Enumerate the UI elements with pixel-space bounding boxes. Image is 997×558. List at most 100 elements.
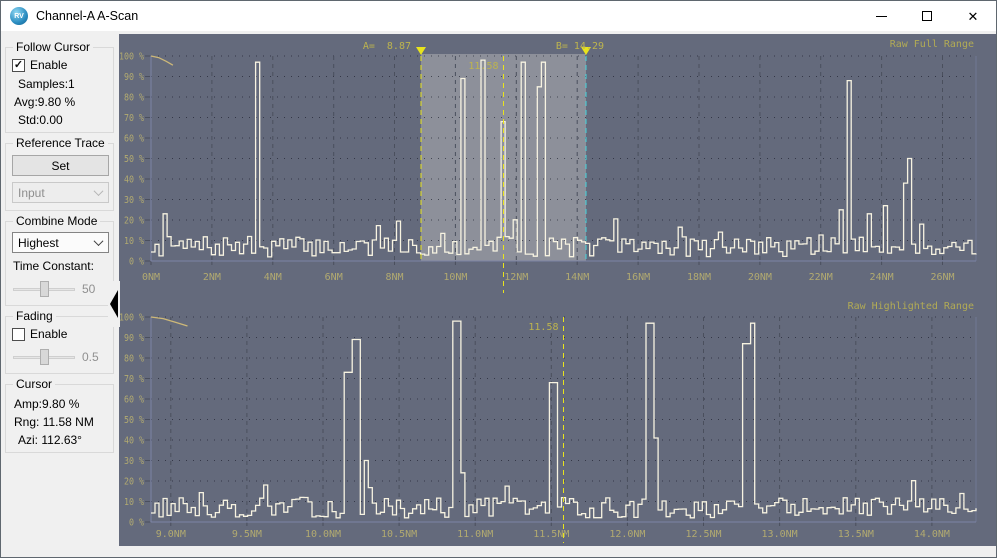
cursor-label: 11.58 [468, 61, 498, 72]
cursor-rng-label: Rng: [14, 415, 39, 429]
x-tick-label: 12.5NM [685, 529, 721, 540]
close-icon: ✕ [968, 10, 979, 23]
chart-stack: 100 % 90 % 80 % 70 % 60 % 50 % 40 % 30 % 20 % 10 … [119, 34, 996, 546]
reference-trace-group: Reference Trace Set Input [5, 143, 114, 211]
x-tick-label: 14NM [565, 272, 589, 283]
x-tick-label: 4NM [264, 272, 282, 283]
x-tick-label: 14.0NM [914, 529, 950, 540]
y-tick-label: 50 % [124, 154, 144, 165]
time-constant-row: 50 [13, 280, 109, 298]
x-tick-label: 13.0NM [762, 529, 798, 540]
cursor-rng-row: Rng: 11.58 NM [14, 415, 109, 429]
cursor-rng-value: 11.58 NM [43, 415, 94, 429]
x-tick-label: 10.0NM [305, 529, 341, 540]
combine-mode-dropdown[interactable]: Highest [12, 232, 109, 253]
follow-cursor-enable-label: Enable [30, 58, 67, 72]
a-scan-raw-highlighted-range[interactable]: 100 %90 %80 %70 %60 %50 %40 %30 %20 %10 … [119, 296, 996, 546]
follow-cursor-group-title: Follow Cursor [13, 40, 93, 54]
a-scan-raw-full-range[interactable]: 100 %90 %80 %70 %60 %50 %40 %30 %20 %10 … [119, 34, 996, 296]
x-tick-label: 12NM [504, 272, 528, 283]
follow-cursor-group: Follow Cursor ✓ Enable Samples:1 Avg:9.8… [5, 47, 114, 133]
close-button[interactable]: ✕ [950, 1, 996, 31]
x-tick-label: 12.0NM [609, 529, 645, 540]
samples-stat: Samples:1 [18, 77, 109, 91]
x-tick-label: 24NM [870, 272, 894, 283]
x-tick-label: 11.0NM [457, 529, 493, 540]
follow-cursor-enable-checkbox[interactable]: ✓ [12, 59, 25, 72]
y-tick-label: 80 % [124, 354, 144, 365]
cursor-group-title: Cursor [13, 377, 55, 391]
x-tick-label: 18NM [687, 272, 711, 283]
y-tick-label: 10 % [124, 236, 144, 247]
avg-value: 9.80 % [38, 95, 75, 109]
reference-trace-group-title: Reference Trace [13, 136, 108, 150]
time-constant-value: 50 [82, 282, 95, 296]
cursor-amp-row: Amp:9.80 % [14, 397, 109, 411]
x-tick-label: 20NM [748, 272, 772, 283]
time-constant-slider[interactable] [13, 280, 75, 298]
combine-mode-group-title: Combine Mode [13, 214, 100, 228]
main-area: Follow Cursor ✓ Enable Samples:1 Avg:9.8… [1, 31, 996, 557]
maximize-icon [922, 11, 932, 21]
window-bottom-strip [119, 546, 996, 558]
chart-raw-highlighted-range[interactable]: 100 %90 %80 %70 %60 %50 %40 %30 %20 %10 … [119, 296, 996, 546]
combine-mode-value: Highest [18, 236, 59, 250]
y-tick-label: 10 % [124, 497, 144, 508]
y-tick-label: 0 % [129, 257, 144, 268]
cursor-azi-value: 112.63° [41, 433, 82, 447]
x-tick-label: 10.5NM [381, 529, 417, 540]
x-tick-label: 0NM [142, 272, 160, 283]
minimize-button[interactable] [858, 1, 904, 31]
fading-value: 0.5 [82, 350, 99, 364]
range_start-label: A= 8.87 [363, 41, 411, 52]
chevron-down-icon [94, 236, 104, 246]
follow-cursor-enable-row[interactable]: ✓ Enable [12, 58, 109, 72]
fading-slider[interactable] [13, 348, 75, 366]
fading-enable-checkbox[interactable] [12, 328, 25, 341]
std-value: 0.00 [39, 113, 62, 127]
chevron-down-icon [94, 186, 104, 196]
app-window: RV Channel-A A-Scan ✕ Follow Cursor ✓ En… [0, 0, 997, 558]
range_end-label: B= 14.29 [556, 41, 604, 52]
y-tick-label: 80 % [124, 93, 144, 104]
avg-label: Avg: [14, 95, 38, 109]
titlebar-buttons: ✕ [858, 1, 996, 31]
plot-title: Raw Highlighted Range [848, 301, 974, 312]
sidebar-collapse-handle[interactable] [108, 281, 120, 327]
y-tick-label: 40 % [124, 175, 144, 186]
window-title: Channel-A A-Scan [36, 9, 138, 23]
minimize-icon [876, 16, 887, 17]
x-tick-label: 22NM [809, 272, 833, 283]
titlebar: RV Channel-A A-Scan ✕ [1, 1, 996, 31]
chart-area: 100 % 90 % 80 % 70 % 60 % 50 % 40 % 30 % 20 % 10 … [119, 31, 996, 557]
chart-raw-full-range[interactable]: 100 %90 %80 %70 %60 %50 %40 %30 %20 %10 … [119, 34, 996, 296]
y-tick-label: 90 % [124, 72, 144, 83]
y-tick-label: 70 % [124, 113, 144, 124]
fading-group: Fading Enable 0.5 [5, 316, 114, 374]
y-tick-label: 60 % [124, 395, 144, 406]
y-tick-label: 90 % [124, 333, 144, 344]
fading-enable-row[interactable]: Enable [12, 327, 109, 341]
x-tick-label: 26NM [930, 272, 954, 283]
maximize-button[interactable] [904, 1, 950, 31]
y-tick-label: 20 % [124, 216, 144, 227]
fading-enable-label: Enable [30, 327, 67, 341]
reference-source-value: Input [18, 186, 45, 200]
y-tick-label: 30 % [124, 195, 144, 206]
set-reference-button[interactable]: Set [12, 155, 109, 176]
std-stat: Std:0.00 [18, 113, 109, 127]
reference-source-dropdown[interactable]: Input [12, 182, 109, 203]
fading-row: 0.5 [13, 348, 109, 366]
app-icon: RV [10, 7, 28, 25]
slider-thumb[interactable] [40, 281, 49, 297]
combine-mode-group: Combine Mode Highest Time Constant: 50 [5, 221, 114, 306]
y-tick-label: 20 % [124, 477, 144, 488]
y-tick-label: 40 % [124, 436, 144, 447]
cursor-label: 11.58 [528, 322, 558, 333]
y-tick-label: 30 % [124, 456, 144, 467]
sidebar: Follow Cursor ✓ Enable Samples:1 Avg:9.8… [1, 31, 119, 557]
y-tick-label: 100 % [119, 313, 144, 324]
y-tick-label: 0 % [129, 518, 144, 529]
slider-thumb[interactable] [40, 349, 49, 365]
y-tick-label: 100 % [119, 52, 144, 63]
